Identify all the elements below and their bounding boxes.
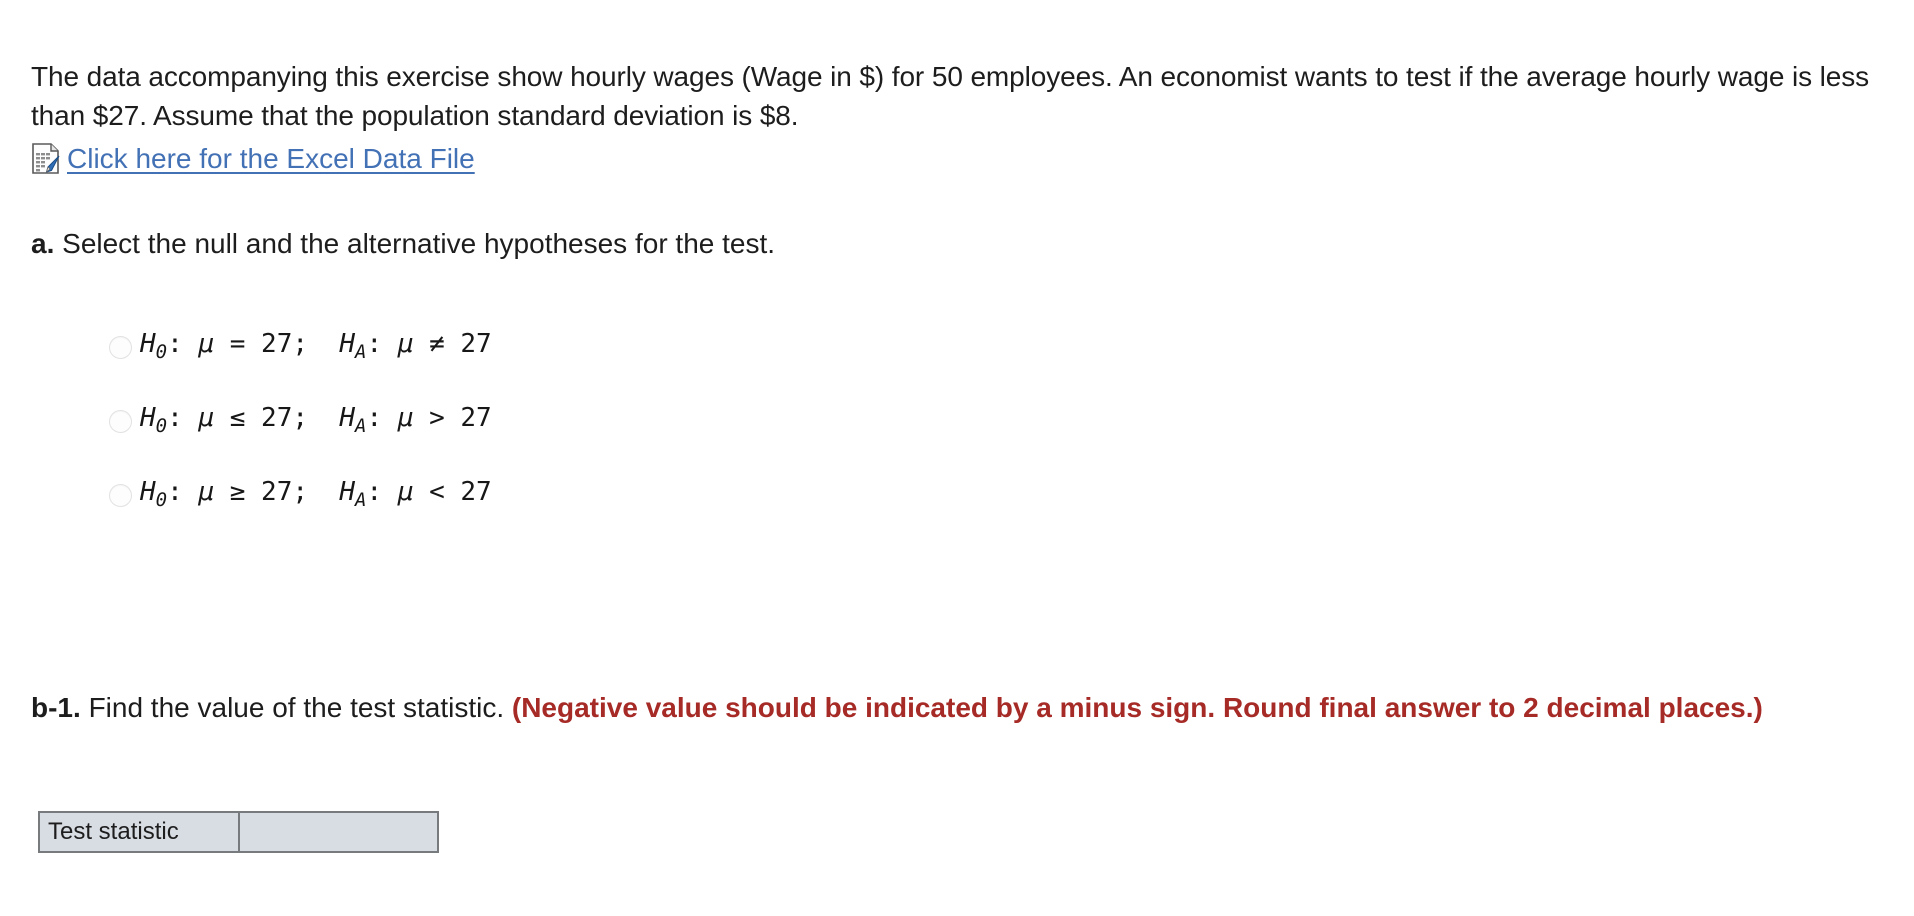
part-a-question-text: Select the null and the alternative hypo… [62, 228, 776, 259]
opt3-null-sub: 0 [155, 489, 168, 512]
radio-button-option-2[interactable] [109, 410, 132, 433]
opt1-semicolon: ; [292, 329, 309, 359]
radio-button-option-3[interactable] [109, 484, 132, 507]
excel-data-file-row[interactable]: Click here for the Excel Data File [31, 143, 475, 175]
opt3-alt-relation: < [429, 477, 445, 507]
hypothesis-option-1[interactable]: H0: μ = 27; HA: μ ≠ 27 [109, 327, 809, 401]
opt2-mu-2: μ [397, 403, 414, 433]
radio-button-option-1[interactable] [109, 336, 132, 359]
opt1-mu-2: μ [397, 329, 414, 359]
opt1-colon-2: : [366, 329, 383, 359]
excel-document-icon [31, 143, 61, 175]
opt1-null-value: 27 [261, 329, 293, 359]
part-b1-instruction: (Negative value should be indicated by a… [511, 692, 1763, 723]
opt2-null-h: H [140, 403, 156, 433]
opt2-null-sub: 0 [155, 415, 168, 438]
hypothesis-option-2-label: H0: μ ≤ 27; HA: μ > 27 [140, 401, 492, 443]
hypothesis-option-2[interactable]: H0: μ ≤ 27; HA: μ > 27 [109, 401, 809, 475]
opt3-semicolon: ; [292, 477, 309, 507]
opt1-colon-1: : [167, 329, 183, 359]
opt1-null-sub: 0 [155, 341, 168, 364]
opt3-colon-2: : [366, 477, 383, 507]
opt3-colon-1: : [167, 477, 183, 507]
hypothesis-option-1-label: H0: μ = 27; HA: μ ≠ 27 [140, 327, 492, 369]
opt2-colon-2: : [366, 403, 383, 433]
opt2-null-value: 27 [261, 403, 293, 433]
opt1-alt-h: H [339, 329, 355, 359]
exercise-page: The data accompanying this exercise show… [0, 0, 1914, 916]
opt3-alt-h: H [339, 477, 355, 507]
opt3-alt-value: 27 [460, 477, 492, 507]
opt2-colon-1: : [167, 403, 183, 433]
excel-data-file-link[interactable]: Click here for the Excel Data File [67, 143, 475, 175]
opt1-alt-relation: ≠ [429, 329, 445, 359]
hypothesis-option-3[interactable]: H0: μ ≥ 27; HA: μ < 27 [109, 475, 809, 549]
exercise-intro-text: The data accompanying this exercise show… [31, 61, 1870, 131]
part-b1-marker: b-1. [31, 692, 81, 723]
part-a-marker: a. [31, 228, 55, 259]
opt3-mu-2: μ [397, 477, 414, 507]
part-b1-question-text: Find the value of the test statistic. [88, 692, 505, 723]
hypothesis-option-3-label: H0: μ ≥ 27; HA: μ < 27 [140, 475, 492, 517]
part-a-prompt: a. Select the null and the alternative h… [31, 225, 775, 263]
opt3-null-value: 27 [261, 477, 293, 507]
hypothesis-options-group: H0: μ = 27; HA: μ ≠ 27 H0: μ ≤ 27; HA: μ… [109, 327, 809, 549]
opt1-null-relation: = [229, 329, 246, 359]
opt2-null-relation: ≤ [229, 403, 246, 433]
part-b1-prompt: b-1. Find the value of the test statisti… [31, 690, 1841, 726]
test-statistic-answer-table: Test statistic [38, 811, 439, 853]
table-row: Test statistic [38, 811, 439, 853]
opt1-null-h: H [140, 329, 156, 359]
test-statistic-value-cell[interactable] [238, 811, 439, 853]
opt1-alt-value: 27 [460, 329, 492, 359]
opt2-alt-h: H [339, 403, 355, 433]
test-statistic-label-cell: Test statistic [38, 811, 240, 853]
opt1-mu-1: μ [198, 329, 215, 359]
opt2-semicolon: ; [292, 403, 309, 433]
opt3-null-relation: ≥ [229, 477, 246, 507]
opt2-mu-1: μ [198, 403, 215, 433]
opt2-alt-sub: A [354, 415, 367, 438]
opt2-alt-value: 27 [460, 403, 492, 433]
opt3-null-h: H [140, 477, 156, 507]
opt3-mu-1: μ [198, 477, 215, 507]
opt3-alt-sub: A [354, 489, 367, 512]
opt2-alt-relation: > [429, 403, 445, 433]
opt1-alt-sub: A [354, 341, 367, 364]
